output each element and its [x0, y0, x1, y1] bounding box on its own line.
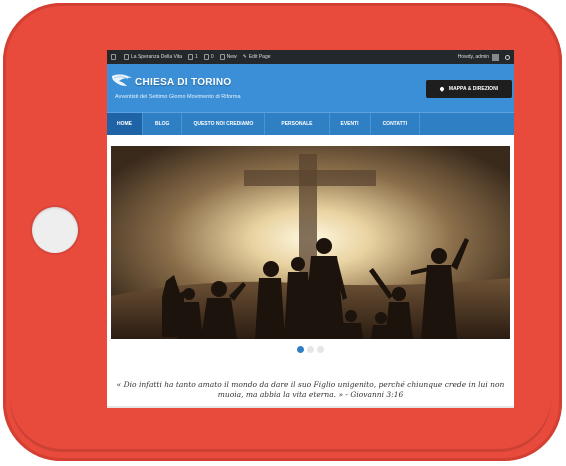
hero-image — [111, 146, 510, 339]
home-icon — [124, 54, 129, 60]
avatar[interactable] — [492, 53, 499, 61]
admin-edit-label: Edit Page — [248, 54, 271, 60]
slider-dot[interactable] — [317, 346, 324, 353]
search-icon[interactable] — [505, 54, 510, 60]
slider-dot[interactable] — [307, 346, 314, 353]
bible-verse: « Dio infatti ha tanto amato il mondo da… — [116, 380, 505, 399]
admin-site-link[interactable]: La Speranza Della Vita — [124, 54, 182, 60]
admin-comments-count: 0 — [210, 54, 214, 60]
hero-slider[interactable] — [111, 146, 510, 339]
admin-bar: La Speranza Della Vita 1 0 New ✎ Edit Pa… — [107, 50, 514, 64]
slider-dot[interactable] — [297, 346, 304, 353]
nav-item-staff[interactable]: PERSONALE — [265, 113, 330, 135]
pencil-icon: ✎ — [242, 54, 247, 60]
site-title[interactable]: CHIESA DI TORINO — [135, 77, 231, 88]
admin-edit-page[interactable]: ✎ Edit Page — [243, 54, 271, 60]
nav-item-blog[interactable]: BLOG — [143, 113, 183, 135]
admin-site-name: La Speranza Della Vita — [131, 54, 183, 60]
map-directions-button[interactable]: MAPPA & DIREZIONI — [426, 80, 512, 98]
updates-icon — [188, 54, 194, 60]
admin-updates[interactable]: 1 — [188, 54, 198, 60]
nav-item-events[interactable]: EVENTI — [330, 113, 371, 135]
tablet-home-button[interactable] — [32, 207, 78, 253]
main-nav: HOME BLOG QUESTO NOI CREDIAMO PERSONALE … — [107, 112, 514, 135]
nav-item-contacts[interactable]: CONTATTI — [371, 113, 421, 135]
site-header: CHIESA DI TORINO Avventisti del Settimo … — [107, 64, 514, 112]
nav-item-home[interactable]: HOME — [107, 113, 143, 135]
plus-icon — [219, 54, 225, 60]
admin-howdy[interactable]: Howdy, admin — [458, 54, 489, 60]
admin-comments[interactable]: 0 — [203, 54, 214, 60]
admin-new[interactable]: New — [219, 54, 237, 60]
admin-updates-count: 1 — [195, 54, 198, 60]
wp-logo-icon[interactable] — [111, 54, 118, 60]
dove-logo-icon — [112, 74, 132, 86]
admin-new-label: New — [226, 54, 237, 60]
website-screen: La Speranza Della Vita 1 0 New ✎ Edit Pa… — [107, 50, 514, 408]
map-button-label: MAPPA & DIREZIONI — [448, 86, 499, 92]
slider-pagination — [107, 346, 514, 353]
content-divider — [107, 406, 514, 408]
nav-item-beliefs[interactable]: QUESTO NOI CREDIAMO — [182, 113, 266, 135]
site-tagline: Avventisti del Settimo Giorno Movimento … — [115, 94, 241, 100]
comments-icon — [203, 54, 209, 60]
map-pin-icon — [439, 86, 445, 92]
